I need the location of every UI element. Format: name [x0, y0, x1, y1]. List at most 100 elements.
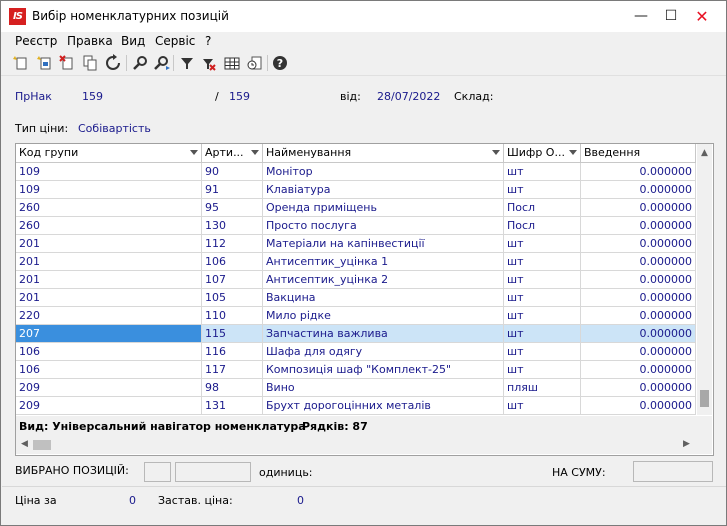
table-row[interactable]: 109 90 Монітор шт 0.000000	[16, 163, 696, 181]
cell-input[interactable]: 0.000000	[581, 217, 696, 234]
cell-article[interactable]: 115	[202, 325, 263, 342]
cell-article[interactable]: 91	[202, 181, 263, 198]
cell-input[interactable]: 0.000000	[581, 325, 696, 342]
find-icon[interactable]	[132, 54, 150, 72]
add-copy-icon[interactable]	[36, 54, 54, 72]
cell-name[interactable]: Антисептик_уцінка 1	[263, 253, 504, 270]
cell-name[interactable]: Антисептик_уцінка 2	[263, 271, 504, 288]
cell-article[interactable]: 117	[202, 361, 263, 378]
cell-group-code[interactable]: 109	[16, 181, 202, 198]
cell-input[interactable]: 0.000000	[581, 271, 696, 288]
cell-unit[interactable]: шт	[504, 271, 581, 288]
cell-unit[interactable]: пляш	[504, 379, 581, 396]
table-row[interactable]: 260 95 Оренда приміщень Посл 0.000000	[16, 199, 696, 217]
cell-article[interactable]: 131	[202, 397, 263, 414]
cell-input[interactable]: 0.000000	[581, 235, 696, 252]
cell-name[interactable]: Композиція шаф "Комплект-25"	[263, 361, 504, 378]
cell-input[interactable]: 0.000000	[581, 181, 696, 198]
filter-icon[interactable]	[178, 54, 196, 72]
menu-registry[interactable]: Реєстр	[15, 34, 57, 48]
cell-name[interactable]: Клавіатура	[263, 181, 504, 198]
table-row[interactable]: 106 117 Композиція шаф "Комплект-25" шт 0.00…	[16, 361, 696, 379]
find-next-icon[interactable]	[153, 54, 171, 72]
cell-unit[interactable]: шт	[504, 325, 581, 342]
menu-view[interactable]: Вид	[121, 34, 145, 48]
cell-input[interactable]: 0.000000	[581, 199, 696, 216]
table-row[interactable]: 260 130 Просто послуга Посл 0.000000	[16, 217, 696, 235]
scroll-up-icon[interactable]: ▲	[697, 148, 712, 158]
cell-group-code[interactable]: 201	[16, 235, 202, 252]
table-row[interactable]: 106 116 Шафа для одягу шт 0.000000	[16, 343, 696, 361]
copy-icon[interactable]	[81, 54, 99, 72]
cell-unit[interactable]: шт	[504, 289, 581, 306]
refresh-icon[interactable]	[104, 54, 122, 72]
table-row[interactable]: 109 91 Клавіатура шт 0.000000	[16, 181, 696, 199]
cell-name[interactable]: Просто послуга	[263, 217, 504, 234]
cell-input[interactable]: 0.000000	[581, 253, 696, 270]
cell-article[interactable]: 116	[202, 343, 263, 360]
cell-group-code[interactable]: 201	[16, 253, 202, 270]
column-header-unit[interactable]: Шифр О...	[504, 144, 581, 162]
cell-group-code[interactable]: 260	[16, 199, 202, 216]
items-table[interactable]: Код групи Арти... Найменування Шифр О...…	[15, 143, 714, 456]
vertical-scrollbar[interactable]: ▲	[697, 144, 712, 415]
cell-name[interactable]: Запчастина важлива	[263, 325, 504, 342]
add-icon[interactable]	[12, 54, 30, 72]
table-row[interactable]: 209 131 Брухт дорогоцінних металів шт 0.0000…	[16, 397, 696, 415]
clear-filter-icon[interactable]	[199, 54, 217, 72]
cell-article[interactable]: 106	[202, 253, 263, 270]
sort-dropdown-icon[interactable]	[251, 150, 259, 155]
cell-group-code[interactable]: 260	[16, 217, 202, 234]
cell-group-code[interactable]: 106	[16, 361, 202, 378]
sort-dropdown-icon[interactable]	[492, 150, 500, 155]
sort-dropdown-icon[interactable]	[190, 150, 198, 155]
cell-name[interactable]: Оренда приміщень	[263, 199, 504, 216]
cell-group-code[interactable]: 201	[16, 289, 202, 306]
column-header-input[interactable]: Введення	[581, 144, 696, 162]
table-row[interactable]: 201 112 Матеріали на капінвестиції шт 0.0000…	[16, 235, 696, 253]
cell-article[interactable]: 112	[202, 235, 263, 252]
menu-help[interactable]: ?	[205, 34, 211, 48]
cell-unit[interactable]: шт	[504, 253, 581, 270]
table-row[interactable]: 201 105 Вакцина шт 0.000000	[16, 289, 696, 307]
close-button[interactable]: ✕	[684, 1, 720, 32]
cell-article[interactable]: 98	[202, 379, 263, 396]
cell-group-code[interactable]: 209	[16, 379, 202, 396]
cell-article[interactable]: 130	[202, 217, 263, 234]
table-row[interactable]: 220 110 Мило рідке шт 0.000000	[16, 307, 696, 325]
cell-input[interactable]: 0.000000	[581, 163, 696, 180]
cell-unit[interactable]: шт	[504, 163, 581, 180]
scroll-right-icon[interactable]: ▶	[679, 439, 694, 449]
cell-name[interactable]: Мило рідке	[263, 307, 504, 324]
column-header-name[interactable]: Найменування	[263, 144, 504, 162]
cell-unit[interactable]: Посл	[504, 217, 581, 234]
table-row[interactable]: 209 98 Вино пляш 0.000000	[16, 379, 696, 397]
table-row[interactable]: 207 115 Запчастина важлива шт 0.000000	[16, 325, 696, 343]
table-row[interactable]: 201 106 Антисептик_уцінка 1 шт 0.000000	[16, 253, 696, 271]
cell-article[interactable]: 95	[202, 199, 263, 216]
column-header-group-code[interactable]: Код групи	[16, 144, 202, 162]
cell-article[interactable]: 90	[202, 163, 263, 180]
price-type-value[interactable]: Собівартість	[78, 122, 151, 135]
maximize-button[interactable]: ☐	[656, 1, 686, 32]
help-icon[interactable]: ?	[271, 54, 289, 72]
cell-unit[interactable]: шт	[504, 361, 581, 378]
cell-group-code[interactable]: 106	[16, 343, 202, 360]
cell-group-code[interactable]: 220	[16, 307, 202, 324]
delete-icon[interactable]	[58, 54, 76, 72]
menu-service[interactable]: Сервіс	[155, 34, 195, 48]
cell-unit[interactable]: шт	[504, 343, 581, 360]
cell-name[interactable]: Матеріали на капінвестиції	[263, 235, 504, 252]
horizontal-scroll-thumb[interactable]	[33, 440, 51, 450]
cell-group-code[interactable]: 201	[16, 271, 202, 288]
cell-input[interactable]: 0.000000	[581, 307, 696, 324]
cell-name[interactable]: Вино	[263, 379, 504, 396]
horizontal-scrollbar[interactable]: ◀ ▶	[16, 436, 712, 454]
cell-input[interactable]: 0.000000	[581, 289, 696, 306]
cell-unit[interactable]: Посл	[504, 199, 581, 216]
minimize-button[interactable]: —	[626, 1, 656, 32]
cell-group-code[interactable]: 207	[16, 325, 202, 342]
table-icon[interactable]	[223, 54, 241, 72]
cell-input[interactable]: 0.000000	[581, 397, 696, 414]
menu-edit[interactable]: Правка	[67, 34, 113, 48]
